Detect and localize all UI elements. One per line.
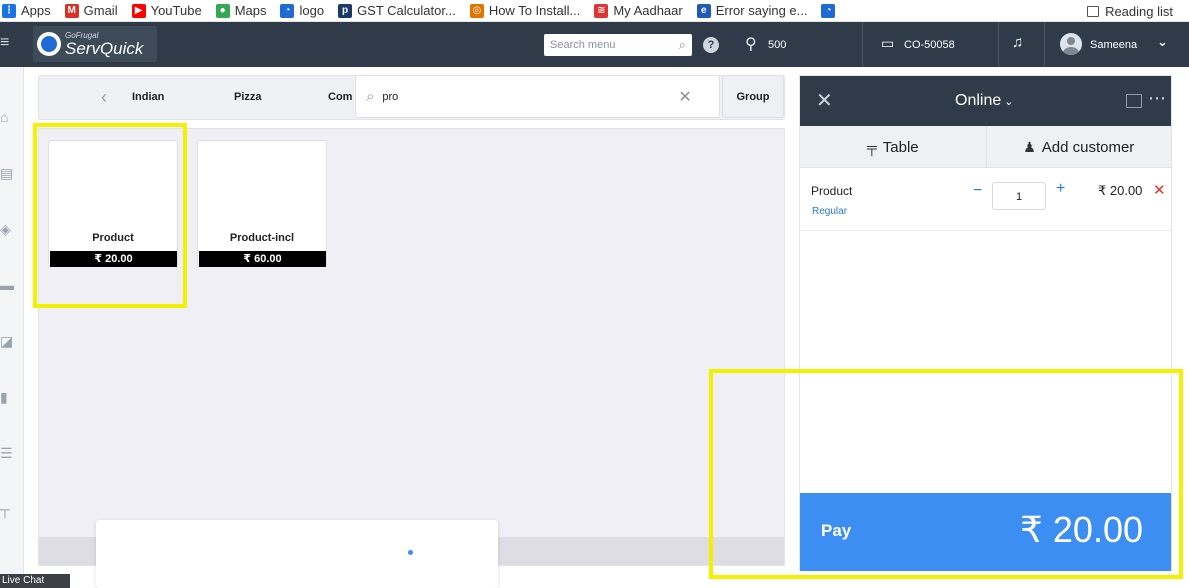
clear-search-icon[interactable]: ✕ [678,87,691,107]
live-chat-button[interactable]: Live Chat [0,574,70,588]
order-tabs: ╤ Table ♟ Add customer [800,126,1171,168]
search-icon: ⌕ [366,88,375,105]
maps-icon: ● [215,3,230,18]
gofrugal-icon: ◔ [280,3,295,18]
analytics-icon[interactable]: ▮ [0,389,16,405]
globe-icon: ◎ [469,3,484,18]
quantity-field[interactable]: 1 [992,182,1046,210]
table-icon: ╤ [866,139,877,155]
bookmark-gmail[interactable]: M Gmail [64,3,118,18]
chevron-down-icon[interactable]: ⌄ [1157,34,1168,50]
decrease-qty-button[interactable]: − [973,182,982,200]
product-card[interactable]: Product-incl ₹ 60.00 [197,140,327,267]
bookmark-my-aadhaar[interactable]: ≋ My Aadhaar [594,3,683,18]
logo-clock-icon [37,32,61,56]
e-icon: e [696,3,711,18]
pb-icon: p [338,3,353,18]
scan-icon[interactable] [1126,94,1142,108]
pos-icon[interactable]: ▬ [0,277,16,293]
bookmark-youtube[interactable]: ▶ YouTube [131,3,202,18]
order-item-row: Product Regular − 1 + ₹ 20.00 ✕ [800,168,1171,231]
order-panel-header: ✕ Online ⌄ ⋯ [800,76,1171,126]
bookmark-logo[interactable]: ◔ logo [280,3,324,18]
avatar[interactable] [1060,33,1082,55]
menu-search-input[interactable] [550,39,660,51]
reading-list-button[interactable]: Reading list [1087,0,1173,22]
chevron-down-icon: ⌄ [1004,96,1014,108]
aadhaar-icon: ≋ [594,3,609,18]
delivery-icon[interactable]: ◈ [0,221,16,237]
category-combo[interactable]: Com [328,91,352,103]
pay-amount: ₹ 20.00 [1020,509,1143,550]
header-divider [1044,22,1045,67]
menu-search-box: ⌕ [544,34,692,56]
category-pizza[interactable]: Pizza [234,91,262,103]
bookmark-apps[interactable]: ⋮ Apps [2,3,51,18]
settings-sliders-icon[interactable]: ☰ [0,445,16,461]
increase-qty-button[interactable]: + [1056,180,1065,198]
pay-label: Pay [821,521,852,540]
table-icon[interactable]: ┬ [0,501,16,517]
category-indian[interactable]: Indian [132,91,164,103]
order-item-price: ₹ 20.00 [1098,183,1143,198]
loading-dot-icon [408,550,413,555]
product-search-box: ⌕ ✕ [355,75,720,118]
group-button[interactable]: Group [722,75,784,118]
product-card[interactable]: Product ₹ 20.00 [48,140,178,267]
remove-item-icon[interactable]: ✕ [1153,181,1166,199]
logo-brand-name: ServQuick [65,38,144,58]
gmail-icon: M [64,3,79,18]
search-icon[interactable]: ⌕ [679,37,686,53]
product-price: ₹ 60.00 [199,251,326,267]
counter-monitor-icon: ▭ [881,35,895,51]
order-panel: ✕ Online ⌄ ⋯ ╤ Table ♟ Add customer Product… [799,75,1172,571]
servquick-logo[interactable]: GoFrugal ServQuick [33,26,157,62]
order-item-name: Product [811,184,853,198]
reports-icon[interactable]: ◪ [0,333,16,349]
product-name: Product-incl [229,232,295,244]
youtube-icon: ▶ [131,3,146,18]
order-mode-label: Online [955,92,1002,109]
home-icon[interactable]: ⌂ [0,109,16,125]
pay-button[interactable]: Pay ₹ 20.00 [800,493,1171,571]
hamburger-menu-icon[interactable]: ≡ [0,34,14,52]
product-search-input[interactable] [382,90,673,103]
counter-label[interactable]: CO-50058 [904,39,955,51]
product-price: ₹ 20.00 [50,251,177,267]
add-customer-icon: ♟ [1023,138,1036,155]
bookmark-error-saying[interactable]: e Error saying e... [696,3,807,18]
reading-list-icon [1087,5,1100,17]
product-grid: Product ₹ 20.00 Product-incl ₹ 60.00 [38,128,785,566]
bookmark-how-to-install[interactable]: ◎ How To Install... [469,3,580,18]
product-name: Product [92,232,134,244]
bookmark-gst-calculator[interactable]: p GST Calculator... [338,3,456,18]
location-count[interactable]: 500 [768,39,786,51]
location-pin-icon[interactable]: ⚲ [745,34,757,54]
bookmark-maps[interactable]: ● Maps [215,3,266,18]
loading-popup [96,520,498,588]
gofrugal-icon: ◔ [821,3,836,18]
user-name[interactable]: Sameena [1090,39,1137,51]
order-item-variant[interactable]: Regular [812,206,847,217]
bookmark-gofrugal[interactable]: ◔ [821,3,840,18]
app-header: ≡ GoFrugal ServQuick ⌕ ? ⚲ 500 ▭ CO-5005… [0,22,1189,67]
notification-bell-icon[interactable]: ♫ [1012,34,1023,51]
header-divider [862,22,863,67]
table-label: Table [882,138,919,156]
left-sidebar: ⌂ ▤ ◈ ▬ ◪ ▮ ☰ ┬ [0,67,24,588]
close-icon[interactable]: ✕ [816,88,833,113]
add-customer-button[interactable]: ♟ Add customer [985,126,1172,168]
apps-grid-icon: ⋮ [2,3,16,18]
chevron-left-icon[interactable]: ‹ [101,87,107,108]
order-mode-dropdown[interactable]: Online ⌄ [955,92,1013,110]
table-button[interactable]: ╤ Table [800,126,986,168]
bookmarks-bar: ⋮ Apps M Gmail ▶ YouTube ● Maps ◔ logo p GST C… [0,0,1189,22]
more-options-icon[interactable]: ⋯ [1148,88,1167,109]
header-divider [998,22,999,67]
help-icon[interactable]: ? [703,37,719,53]
orders-icon[interactable]: ▤ [0,165,16,181]
add-customer-label: Add customer [1041,138,1135,156]
